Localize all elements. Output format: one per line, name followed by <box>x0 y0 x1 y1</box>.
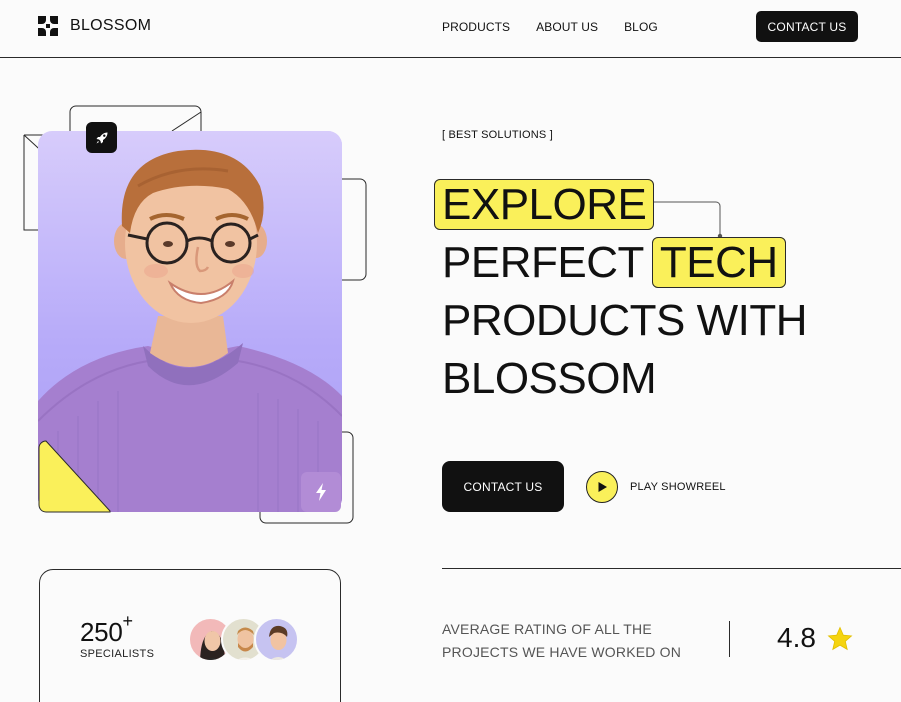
specialists-count: 250+ <box>80 611 133 648</box>
eyebrow-label: [ BEST SOLUTIONS ] <box>442 129 553 141</box>
specialists-number: 250 <box>80 617 123 647</box>
play-showreel-button[interactable]: PLAY SHOWREEL <box>586 470 726 503</box>
headline-line3: PRODUCTS WITH <box>442 296 808 345</box>
rating-description: AVERAGE RATING OF ALL THE PROJECTS WE HA… <box>442 618 681 664</box>
rocket-icon <box>96 132 107 143</box>
hero-headline: EXPLORE PERFECT TECH PRODUCTS WITH BLOSSO… <box>434 176 808 408</box>
headline-perfect: PERFECT <box>442 238 644 287</box>
nav-products[interactable]: PRODUCTS <box>442 20 510 34</box>
bolt-icon <box>316 483 326 501</box>
play-icon <box>598 481 607 492</box>
rating-separator <box>729 621 730 657</box>
section-divider <box>442 568 901 569</box>
header-contact-button[interactable]: CONTACT US <box>756 11 858 42</box>
headline-line4: BLOSSOM <box>442 354 657 403</box>
logo-mark-icon <box>38 16 58 36</box>
play-button-circle[interactable] <box>586 470 618 503</box>
main-nav: PRODUCTS ABOUT US BLOG <box>442 20 658 34</box>
nav-about-us[interactable]: ABOUT US <box>536 20 598 34</box>
bolt-badge <box>301 472 341 512</box>
specialists-card: 250+ SPECIALISTS <box>39 569 341 702</box>
hero-actions: CONTACT US PLAY SHOWREEL <box>442 461 726 512</box>
brand-name: BLOSSOM <box>70 17 152 34</box>
rating-description-line2: PROJECTS WE HAVE WORKED ON <box>442 644 682 660</box>
rating-value: 4.8 <box>777 622 816 653</box>
logo[interactable]: BLOSSOM <box>37 15 151 37</box>
rating-description-line1: AVERAGE RATING OF ALL THE <box>442 621 652 637</box>
nav-blog[interactable]: BLOG <box>624 20 658 34</box>
site-header: BLOSSOM PRODUCTS ABOUT US BLOG CONTACT U… <box>0 0 901 58</box>
headline-highlight-tech: TECH <box>651 237 786 288</box>
contact-us-button[interactable]: CONTACT US <box>442 461 564 512</box>
headline-highlight-explore: EXPLORE <box>434 179 655 230</box>
yellow-triangle-shape <box>38 440 111 513</box>
specialists-plus: + <box>122 611 133 631</box>
hero-visual <box>0 60 400 530</box>
avatar <box>254 617 299 662</box>
specialists-label: SPECIALISTS <box>80 648 155 660</box>
avatar-group <box>188 617 299 662</box>
star-icon <box>827 626 853 651</box>
rocket-badge <box>86 122 117 153</box>
play-showreel-label: PLAY SHOWREEL <box>630 480 726 493</box>
